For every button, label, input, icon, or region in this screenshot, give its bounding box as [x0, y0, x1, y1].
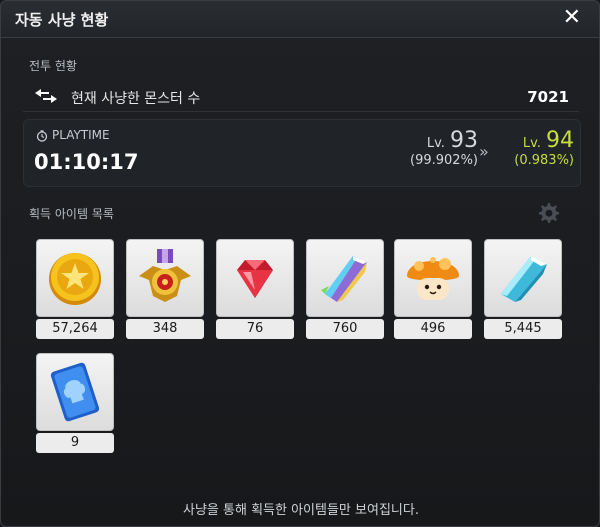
item-count: 5,445: [484, 319, 562, 339]
next-level: Lv. 94 (0.983%): [498, 128, 574, 168]
combat-section-label: 전투 현황: [29, 59, 77, 73]
red-gem-icon: [237, 260, 273, 298]
close-icon[interactable]: ✕: [563, 5, 581, 30]
kills-label: 현재 사냥한 몬스터 수: [71, 91, 201, 107]
item-slot[interactable]: 496: [394, 239, 472, 341]
clock-icon: [36, 130, 48, 142]
item-slot[interactable]: 57,264: [36, 239, 114, 341]
rainbow-crystal-icon: [321, 256, 367, 302]
gold-coin-icon: [49, 253, 101, 305]
swap-arrows-icon: [35, 89, 57, 103]
item-count: 9: [36, 433, 114, 453]
item-tile: [36, 353, 114, 431]
current-level: Lv. 93 (99.902%): [394, 128, 478, 168]
orange-mushroom-icon: [407, 257, 459, 300]
playtime-level-panel: PLAYTIME 01:10:17 Lv. 93 (99.902%) » Lv.…: [23, 119, 581, 187]
item-tile: [484, 239, 562, 317]
level-arrow-icon: »: [479, 142, 489, 161]
item-tile: [394, 239, 472, 317]
blue-card-icon: [50, 362, 100, 422]
items-section-label: 획득 아이템 목록: [29, 207, 114, 221]
auto-hunt-window: 자동 사냥 현황 ✕ 전투 현황 현재 사냥한 몬스터 수 7021 PLAYT…: [0, 0, 600, 527]
item-count: 348: [126, 319, 204, 339]
title-bar: 자동 사냥 현황 ✕: [1, 1, 599, 38]
current-level-percent: (99.902%): [410, 153, 478, 168]
item-tile: [126, 239, 204, 317]
playtime-label: PLAYTIME: [52, 128, 110, 142]
item-count: 76: [216, 319, 294, 339]
next-level-percent: (0.983%): [514, 153, 574, 168]
item-count: 57,264: [36, 319, 114, 339]
current-level-number: 93: [450, 128, 478, 153]
kills-value: 7021: [527, 88, 569, 106]
gear-icon[interactable]: [536, 201, 560, 225]
item-slot[interactable]: 9: [36, 353, 114, 455]
next-level-number: 94: [546, 128, 574, 153]
item-count: 760: [306, 319, 384, 339]
playtime-value: 01:10:17: [34, 150, 139, 174]
blue-crystal-icon: [501, 256, 547, 302]
item-slot[interactable]: 5,445: [484, 239, 562, 341]
item-tile: [216, 239, 294, 317]
window-title: 자동 사냥 현황: [15, 11, 109, 29]
item-tile: [306, 239, 384, 317]
item-slot[interactable]: 348: [126, 239, 204, 341]
medal-icon: [139, 249, 191, 302]
item-slot[interactable]: 760: [306, 239, 384, 341]
footer-note: 사냥을 통해 획득한 아이템들만 보여집니다.: [183, 503, 419, 518]
next-level-prefix: Lv.: [522, 136, 541, 151]
item-count: 496: [394, 319, 472, 339]
kill-count-row: 현재 사냥한 몬스터 수 7021: [23, 83, 579, 112]
current-level-prefix: Lv.: [426, 136, 445, 151]
item-slot[interactable]: 76: [216, 239, 294, 341]
item-tile: [36, 239, 114, 317]
